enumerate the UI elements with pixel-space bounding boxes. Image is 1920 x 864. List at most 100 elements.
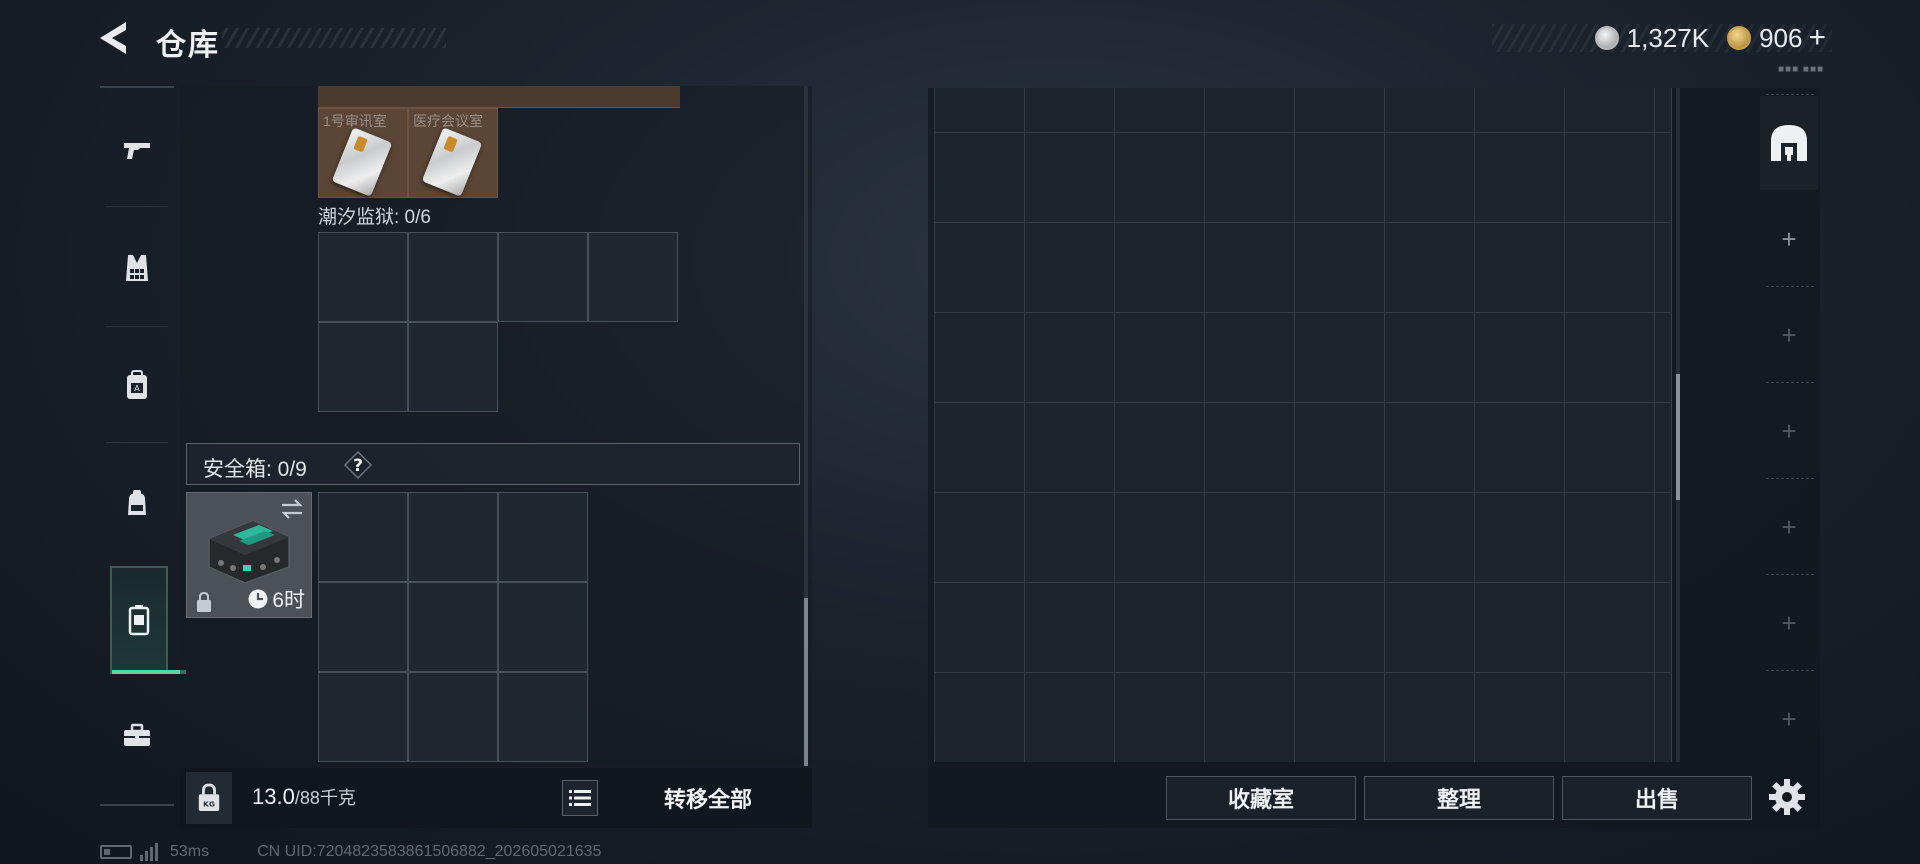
- sidebar-item-toolbox[interactable]: [100, 686, 174, 786]
- stash-tab-locked[interactable]: +: [1760, 288, 1818, 382]
- collection-room-button[interactable]: 收藏室: [1166, 776, 1356, 820]
- add-stash-icon: +: [1781, 703, 1797, 734]
- container-panel: 1号审讯室 医疗会议室 潮汐监狱: 0/6 安全箱: 0/9 ? 6时: [180, 86, 812, 766]
- keycard-item[interactable]: 医疗会议室: [408, 108, 498, 198]
- storage-grid[interactable]: [934, 88, 1672, 762]
- lock-icon: [197, 591, 211, 612]
- sidebar-bottom-line: [100, 804, 174, 806]
- keycard-item[interactable]: 1号审讯室: [318, 108, 408, 198]
- back-button[interactable]: [96, 20, 136, 56]
- add-stash-icon: +: [1781, 511, 1797, 542]
- signal-icon: [140, 843, 158, 861]
- stash-tab-locked[interactable]: +: [1760, 480, 1818, 574]
- safe-slot[interactable]: [318, 582, 408, 672]
- stash-divider: [1766, 478, 1814, 479]
- storage-action-bar: 收藏室 整理 出售: [928, 768, 1820, 828]
- safe-slot[interactable]: [318, 672, 408, 762]
- keycard-image: [331, 127, 393, 197]
- equipment-sidebar: A: [100, 86, 186, 806]
- safe-slot[interactable]: [498, 582, 588, 672]
- stash-tab-locked[interactable]: +: [1760, 384, 1818, 478]
- left-scrollbar-thumb[interactable]: [804, 598, 808, 766]
- grid-slot[interactable]: [588, 232, 678, 322]
- safe-slot[interactable]: [498, 672, 588, 762]
- gun-icon: [124, 143, 150, 159]
- safe-slot[interactable]: [498, 492, 588, 582]
- storage-scrollbar-thumb[interactable]: [1676, 374, 1680, 500]
- keycard-image: [421, 127, 483, 197]
- grid-slot[interactable]: [498, 232, 588, 322]
- safe-help-button[interactable]: ?: [343, 450, 373, 480]
- svg-text:KG: KG: [203, 799, 215, 808]
- stash-divider: [1766, 670, 1814, 671]
- swap-icon[interactable]: [279, 497, 305, 521]
- grid-slot[interactable]: [318, 232, 408, 322]
- list-icon: [569, 790, 591, 806]
- safe-slot[interactable]: [408, 672, 498, 762]
- sort-button[interactable]: 整理: [1364, 776, 1554, 820]
- sidebar-item-weapon[interactable]: [100, 100, 174, 200]
- backpack-icon: A: [127, 370, 147, 399]
- safe-slot[interactable]: [408, 492, 498, 582]
- list-view-button[interactable]: [562, 780, 598, 816]
- keycard-name: 1号审讯室: [323, 113, 387, 129]
- toolbox-icon: [124, 723, 150, 746]
- safe-box-header: 安全箱: 0/9 ?: [186, 443, 800, 485]
- gold-amount: 906: [1759, 22, 1803, 53]
- safe-timer-value: 6时: [272, 589, 305, 612]
- add-stash-icon: +: [1781, 415, 1797, 446]
- safe-case-item[interactable]: 6时: [186, 492, 312, 618]
- sidebar-item-safe-case[interactable]: [110, 566, 186, 674]
- sidebar-divider: [106, 442, 168, 443]
- status-bar: 53ms CN UID:7204823583861506882_20260502…: [100, 842, 601, 862]
- sidebar-item-armor[interactable]: [100, 218, 174, 318]
- sidebar-divider: [106, 326, 168, 327]
- gear-icon[interactable]: [1766, 776, 1808, 818]
- stash-tab-locked[interactable]: +: [1760, 672, 1818, 766]
- stash-tab-locked[interactable]: +: [1760, 576, 1818, 670]
- clock-icon: [248, 589, 268, 609]
- vest-icon: [126, 255, 148, 281]
- stash-tabs: + + + + + +: [1760, 88, 1820, 768]
- storage-panel: + + + + + + 收藏室 整理 出售: [928, 88, 1820, 828]
- user-uid: CN UID:7204823583861506882_202605021635: [257, 843, 602, 860]
- kg-lock-icon: KG: [198, 783, 220, 811]
- stash-tab-main[interactable]: [1760, 96, 1818, 190]
- weight-current: 13.0: [252, 784, 295, 809]
- pouch-icon: [128, 490, 146, 515]
- grid-slot[interactable]: [318, 322, 408, 412]
- transfer-all-button[interactable]: 转移全部: [610, 772, 806, 824]
- back-arrow-icon: [100, 22, 126, 54]
- grid-slot[interactable]: [408, 322, 498, 412]
- gold-coin-icon: [1727, 26, 1752, 50]
- safe-timer: 6时: [247, 584, 305, 614]
- safe-case-icon: [128, 605, 150, 636]
- safe-slot[interactable]: [408, 582, 498, 672]
- stash-home-icon: [1771, 125, 1807, 161]
- add-stash-icon: +: [1781, 319, 1797, 350]
- help-glyph: ?: [353, 456, 363, 476]
- sidebar-item-backpack[interactable]: A: [100, 336, 174, 436]
- weight-bar: KG 13.0/88千克 转移全部: [180, 768, 812, 828]
- weight-lock-button[interactable]: KG: [186, 772, 232, 824]
- stash-tab-add[interactable]: +: [1760, 192, 1818, 286]
- svg-text:A: A: [134, 384, 140, 393]
- add-stash-icon: +: [1781, 223, 1797, 254]
- sidebar-item-pouch[interactable]: [100, 454, 174, 554]
- safe-box-label: 安全箱: 0/9: [203, 458, 307, 481]
- silver-amount: 1,327K: [1626, 22, 1710, 53]
- add-stash-icon: +: [1781, 607, 1797, 638]
- sell-button[interactable]: 出售: [1562, 776, 1752, 820]
- sidebar-top-line: [100, 86, 174, 88]
- weight-readout: 13.0/88千克: [252, 784, 356, 810]
- keycard-row-top: [318, 86, 680, 108]
- battery-icon: [100, 845, 132, 859]
- safe-slot[interactable]: [318, 492, 408, 582]
- add-currency-button[interactable]: +: [1808, 21, 1826, 55]
- silver-coin-icon: [1594, 26, 1619, 50]
- help-icon: ?: [343, 450, 373, 480]
- stash-divider: [1766, 574, 1814, 575]
- keycard-name: 医疗会议室: [413, 113, 483, 129]
- grid-slot[interactable]: [408, 232, 498, 322]
- stash-divider: [1766, 286, 1814, 287]
